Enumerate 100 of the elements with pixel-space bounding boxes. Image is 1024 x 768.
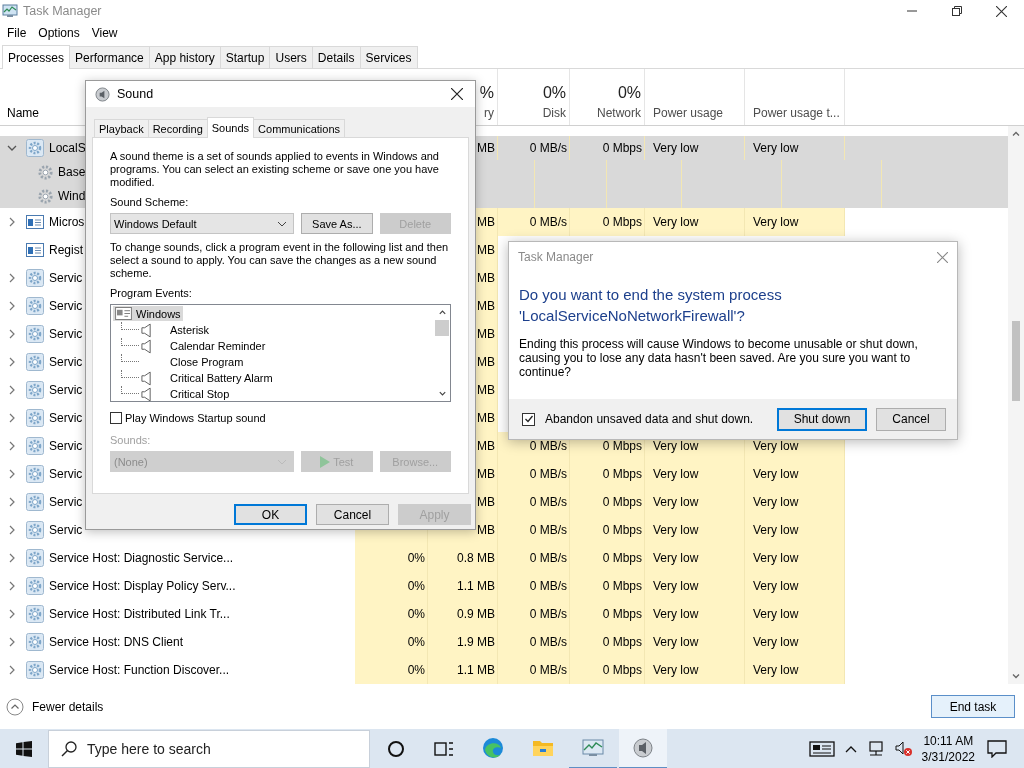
tab[interactable]: Playback <box>94 119 149 137</box>
process-name: Servic <box>49 411 83 425</box>
column-header[interactable]: 0% Network <box>570 69 645 125</box>
gear-icon <box>26 577 44 595</box>
table-cell: Very low <box>745 600 845 628</box>
circle-icon[interactable] <box>387 740 405 758</box>
menu-item[interactable]: View <box>85 26 124 40</box>
list-item[interactable]: Critical Battery Alarm <box>169 372 274 384</box>
notification-icon[interactable] <box>987 740 1007 758</box>
scrollbar-thumb[interactable] <box>435 320 449 336</box>
process-name: Servic <box>49 523 83 537</box>
table-cell: Very low <box>745 516 845 544</box>
list-item[interactable]: Calendar Reminder <box>169 340 267 352</box>
column-header[interactable]: Power usage <box>645 69 745 125</box>
checkbox[interactable] <box>522 412 535 426</box>
process-name: Wind <box>58 189 86 203</box>
search-field[interactable]: Type here to search <box>48 730 370 768</box>
table-cell: Very low <box>745 544 845 572</box>
checkbox-label[interactable]: Play Windows Startup sound <box>125 412 266 424</box>
clock[interactable]: 10:11 AM 3/31/2022 <box>921 733 975 765</box>
tab[interactable]: Performance <box>69 46 150 68</box>
event-list[interactable]: Windows Asterisk Calendar Reminder Close Program Critical Battery Alarm Critical Stop <box>110 304 451 402</box>
menu-item[interactable]: Options <box>32 26 86 40</box>
save-as-button[interactable]: Save As... <box>301 213 373 234</box>
list-item[interactable]: Windows <box>113 306 183 321</box>
speaker-icon[interactable] <box>631 736 655 760</box>
table-cell: 0 Mbps <box>570 656 645 684</box>
scrollbar-thumb[interactable] <box>1012 321 1020 401</box>
dialog-button[interactable]: Cancel <box>316 504 389 525</box>
dialog-button[interactable]: Shut down <box>777 407 867 431</box>
list-item[interactable]: Critical Stop <box>169 388 231 400</box>
table-cell: 0.8 MB <box>428 544 498 572</box>
task-view-icon[interactable] <box>434 740 454 758</box>
scrollbar[interactable] <box>1008 126 1024 684</box>
tab[interactable]: Services <box>359 46 418 68</box>
news-icon[interactable] <box>808 740 835 758</box>
gear-icon <box>37 187 54 205</box>
close-icon[interactable] <box>996 5 1007 17</box>
tab[interactable]: Startup <box>219 46 271 68</box>
table-cell: 0 Mbps <box>570 572 645 600</box>
gear-icon <box>26 269 44 287</box>
process-name: Servic <box>49 355 83 369</box>
tab[interactable]: Sounds <box>206 117 255 138</box>
table-cell: 0.9 MB <box>428 600 498 628</box>
dialog-button[interactable]: OK <box>234 504 307 525</box>
table-cell: 0 Mbps <box>570 488 645 516</box>
volume-muted-icon[interactable] <box>894 741 913 757</box>
table-cell: Very low <box>645 656 745 684</box>
dialog-button[interactable]: Cancel <box>876 407 946 431</box>
table-cell: Very low <box>745 572 845 600</box>
table-cell: 0% <box>355 628 428 656</box>
menu-item[interactable]: File <box>1 26 33 40</box>
scheme-dropdown[interactable]: Windows Default <box>110 213 295 234</box>
scroll-down-icon[interactable] <box>1011 671 1021 681</box>
browser-icon[interactable] <box>481 736 505 760</box>
fewer-details-button[interactable]: Fewer details <box>6 697 104 716</box>
tab[interactable]: Recording <box>147 119 208 137</box>
gear-icon <box>26 409 44 427</box>
table-cell: Very low <box>645 208 745 236</box>
window-icon <box>26 213 44 231</box>
end-task-button[interactable]: End task <box>931 695 1015 718</box>
close-icon[interactable] <box>451 88 463 100</box>
gear-icon <box>26 633 44 651</box>
table-cell: 0 MB/s <box>498 628 570 656</box>
network-icon[interactable] <box>866 741 885 757</box>
speaker-icon <box>141 322 152 338</box>
tab[interactable]: Communications <box>253 119 345 137</box>
table-cell: 0 MB/s <box>498 544 570 572</box>
sound-taskbar-button[interactable] <box>619 729 667 768</box>
scroll-down-icon[interactable] <box>437 389 447 398</box>
window-title: Task Manager <box>23 4 102 18</box>
column-header[interactable]: Power usage t... <box>745 69 845 125</box>
scroll-up-icon[interactable] <box>437 308 447 317</box>
process-name: Service Host: DNS Client <box>49 635 184 649</box>
process-name: Servic <box>49 467 83 481</box>
tab[interactable]: App history <box>148 46 221 68</box>
list-item[interactable]: Asterisk <box>169 324 211 336</box>
table-cell: Very low <box>745 628 845 656</box>
checkbox[interactable] <box>110 412 122 424</box>
table-cell: Very low <box>745 460 845 488</box>
gear-icon <box>26 549 44 567</box>
tab[interactable]: Processes <box>2 45 71 69</box>
list-item[interactable]: Close Program <box>169 356 245 368</box>
checkbox-label[interactable]: Abandon unsaved data and shut down. <box>545 412 754 426</box>
gear-icon <box>26 325 44 343</box>
scroll-up-icon[interactable] <box>1011 129 1021 139</box>
gear-icon <box>26 661 44 679</box>
table-cell: 0 Mbps <box>570 460 645 488</box>
table-cell: Very low <box>645 628 745 656</box>
start-icon[interactable] <box>16 741 32 757</box>
tab[interactable]: Users <box>269 46 313 68</box>
speaker-icon <box>95 86 110 102</box>
tab[interactable]: Details <box>311 46 361 68</box>
dialog-message: Ending this process will cause Windows to become unusable or shut down, causing you to lose any data hasn't been saved. Are you sure you want to continue? <box>519 337 919 379</box>
column-header[interactable]: 0% Disk <box>498 69 570 125</box>
tree-line <box>121 354 139 362</box>
dropdown-value: Windows Default <box>114 217 197 230</box>
speaker-icon <box>141 370 152 386</box>
restore-icon[interactable] <box>951 6 962 16</box>
caret-up-icon[interactable] <box>844 744 857 754</box>
